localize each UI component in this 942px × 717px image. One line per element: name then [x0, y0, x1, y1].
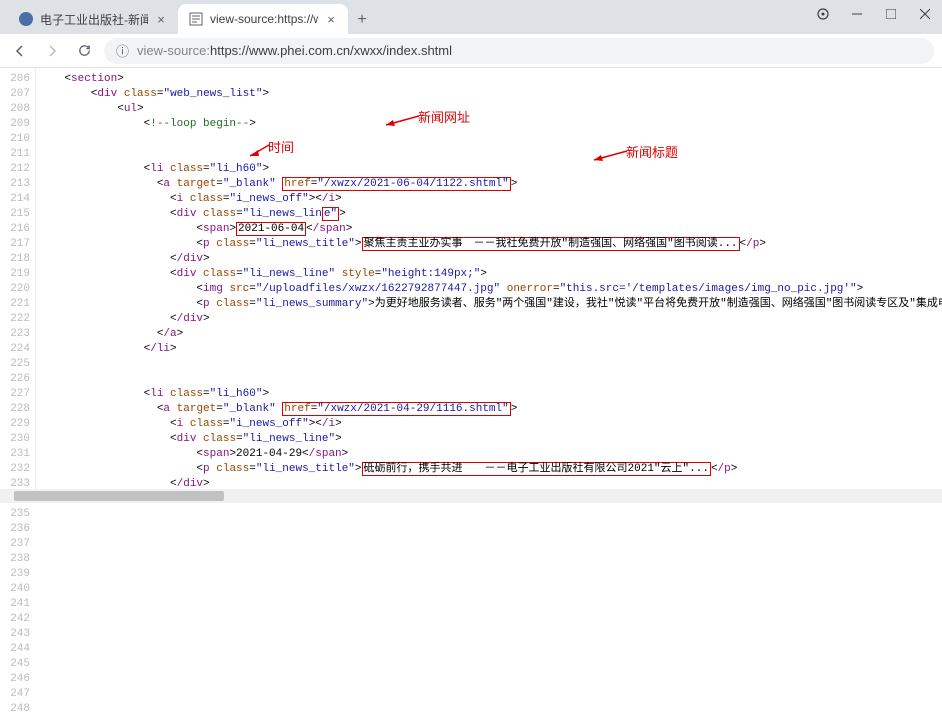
url-text: view-source:https://www.phei.com.cn/xwxx…	[137, 43, 452, 58]
browser-tab[interactable]: 电子工业出版社-新闻中心 ×	[8, 4, 178, 34]
maximize-button[interactable]	[874, 0, 908, 28]
reload-button[interactable]	[72, 39, 96, 63]
favicon-icon	[188, 11, 204, 27]
scrollbar-thumb[interactable]	[14, 491, 224, 501]
forward-button[interactable]	[40, 39, 64, 63]
source-code[interactable]: <section> <div class="web_news_list"> <u…	[36, 68, 942, 503]
line-gutter: 2062072082092102112122132142152162172182…	[0, 68, 36, 503]
back-button[interactable]	[8, 39, 32, 63]
close-icon[interactable]: ×	[154, 12, 168, 26]
arrow-icon	[248, 144, 270, 158]
tab-title: 电子工业出版社-新闻中心	[40, 11, 148, 28]
arrow-icon	[592, 150, 628, 162]
newtab-button[interactable]: +	[348, 6, 376, 34]
url-bar[interactable]: ⓘ view-source:https://www.phei.com.cn/xw…	[104, 38, 934, 64]
circle-icon[interactable]	[806, 0, 840, 28]
close-icon[interactable]: ×	[324, 12, 338, 26]
horizontal-scrollbar[interactable]	[0, 489, 942, 503]
annotation-time: 时间	[268, 140, 294, 155]
annotation-news-url: 新闻网址	[418, 110, 470, 125]
close-window-button[interactable]	[908, 0, 942, 28]
minimize-button[interactable]	[840, 0, 874, 28]
arrow-icon	[384, 115, 420, 127]
tab-title: view-source:https://www.phe	[210, 12, 318, 26]
browser-tab-active[interactable]: view-source:https://www.phe ×	[178, 4, 348, 34]
site-info-icon[interactable]: ⓘ	[116, 41, 129, 60]
annotation-news-title: 新闻标题	[626, 145, 678, 160]
browser-toolbar: ⓘ view-source:https://www.phei.com.cn/xw…	[0, 34, 942, 68]
favicon-icon	[18, 11, 34, 27]
